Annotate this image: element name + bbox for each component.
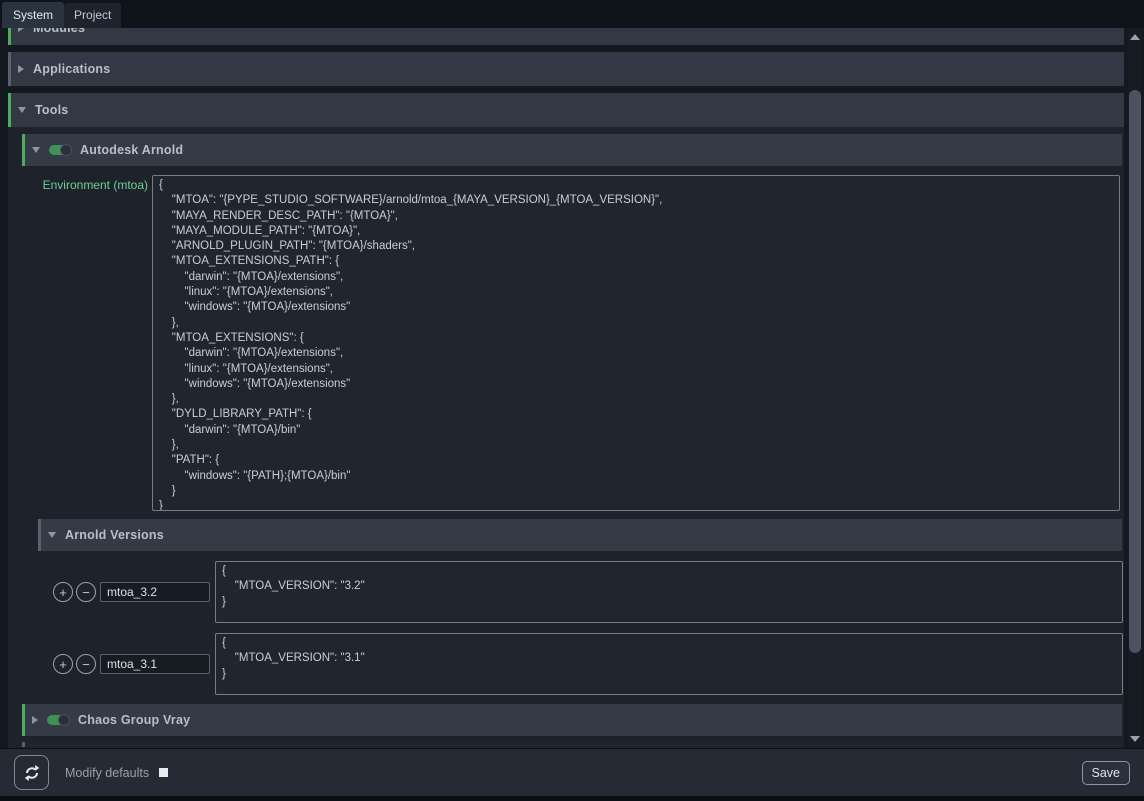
remove-version-button[interactable]: − xyxy=(76,582,96,602)
settings-scroll-area: Modules Applications Tools xyxy=(0,28,1144,748)
vertical-scrollbar[interactable] xyxy=(1128,28,1142,748)
tools-section-content: Autodesk Arnold Environment (mtoa) { "MT… xyxy=(8,127,1124,748)
section-header-arnold-versions[interactable]: Arnold Versions xyxy=(38,519,1122,551)
add-version-button[interactable]: + xyxy=(53,654,73,674)
section-title: Chaos Group Vray xyxy=(78,713,190,727)
vray-enabled-toggle[interactable] xyxy=(47,715,69,725)
tab-bar: System Project xyxy=(0,0,1144,28)
remove-version-button[interactable]: − xyxy=(76,654,96,674)
add-version-button[interactable]: + xyxy=(53,582,73,602)
scroll-up-button[interactable] xyxy=(1128,30,1142,44)
section-header-autodesk-arnold[interactable]: Autodesk Arnold xyxy=(22,134,1122,166)
toggle-knob-icon xyxy=(60,144,72,156)
tab-project[interactable]: Project xyxy=(64,3,121,28)
modify-defaults-label: Modify defaults xyxy=(65,766,149,780)
environment-row: Environment (mtoa) { "MTOA": "{PYPE_STUD… xyxy=(8,166,1124,511)
next-section-clipped xyxy=(22,742,1122,747)
version-row: + − { "MTOA_VERSION": "3.1" } xyxy=(53,633,1124,695)
section-header-modules[interactable]: Modules xyxy=(8,28,1124,45)
arrow-up-icon xyxy=(1130,34,1140,40)
chevron-down-icon xyxy=(18,107,26,113)
chevron-down-icon xyxy=(32,147,40,153)
section-title: Tools xyxy=(35,103,68,117)
footer-bar: Modify defaults Save xyxy=(0,748,1144,796)
environment-json-editor[interactable]: { "MTOA": "{PYPE_STUDIO_SOFTWARE}/arnold… xyxy=(152,175,1120,511)
arnold-enabled-toggle[interactable] xyxy=(49,145,71,155)
chevron-right-icon xyxy=(18,28,24,32)
version-row: + − { "MTOA_VERSION": "3.2" } xyxy=(53,561,1124,623)
refresh-icon xyxy=(23,764,41,782)
scroll-viewport: Modules Applications Tools xyxy=(0,28,1128,748)
version-json-editor[interactable]: { "MTOA_VERSION": "3.2" } xyxy=(215,561,1123,623)
version-json-editor[interactable]: { "MTOA_VERSION": "3.1" } xyxy=(215,633,1123,695)
scroll-content: Modules Applications Tools xyxy=(0,28,1128,748)
chevron-down-icon xyxy=(48,532,56,538)
chevron-right-icon xyxy=(32,716,38,724)
section-title: Arnold Versions xyxy=(65,528,164,542)
section-header-applications[interactable]: Applications xyxy=(8,52,1124,86)
modify-defaults-checkbox[interactable] xyxy=(159,768,168,777)
arrow-down-icon xyxy=(1130,736,1140,742)
version-key-input[interactable] xyxy=(100,582,210,602)
toggle-knob-icon xyxy=(58,714,70,726)
scrollbar-thumb[interactable] xyxy=(1129,90,1141,653)
environment-label: Environment (mtoa) xyxy=(8,175,148,192)
save-button[interactable]: Save xyxy=(1082,761,1131,785)
chevron-right-icon xyxy=(18,65,24,73)
version-key-input[interactable] xyxy=(100,654,210,674)
section-title: Autodesk Arnold xyxy=(80,143,183,157)
settings-window: System Project Modules Applications xyxy=(0,0,1144,801)
scroll-down-button[interactable] xyxy=(1128,732,1142,746)
window-bottom-edge xyxy=(0,796,1144,801)
tab-system[interactable]: System xyxy=(2,2,64,28)
section-header-chaos-group-vray[interactable]: Chaos Group Vray xyxy=(22,704,1122,736)
refresh-button[interactable] xyxy=(14,755,49,790)
section-title: Modules xyxy=(33,28,85,35)
section-title: Applications xyxy=(33,62,110,76)
section-header-tools[interactable]: Tools xyxy=(8,93,1124,127)
